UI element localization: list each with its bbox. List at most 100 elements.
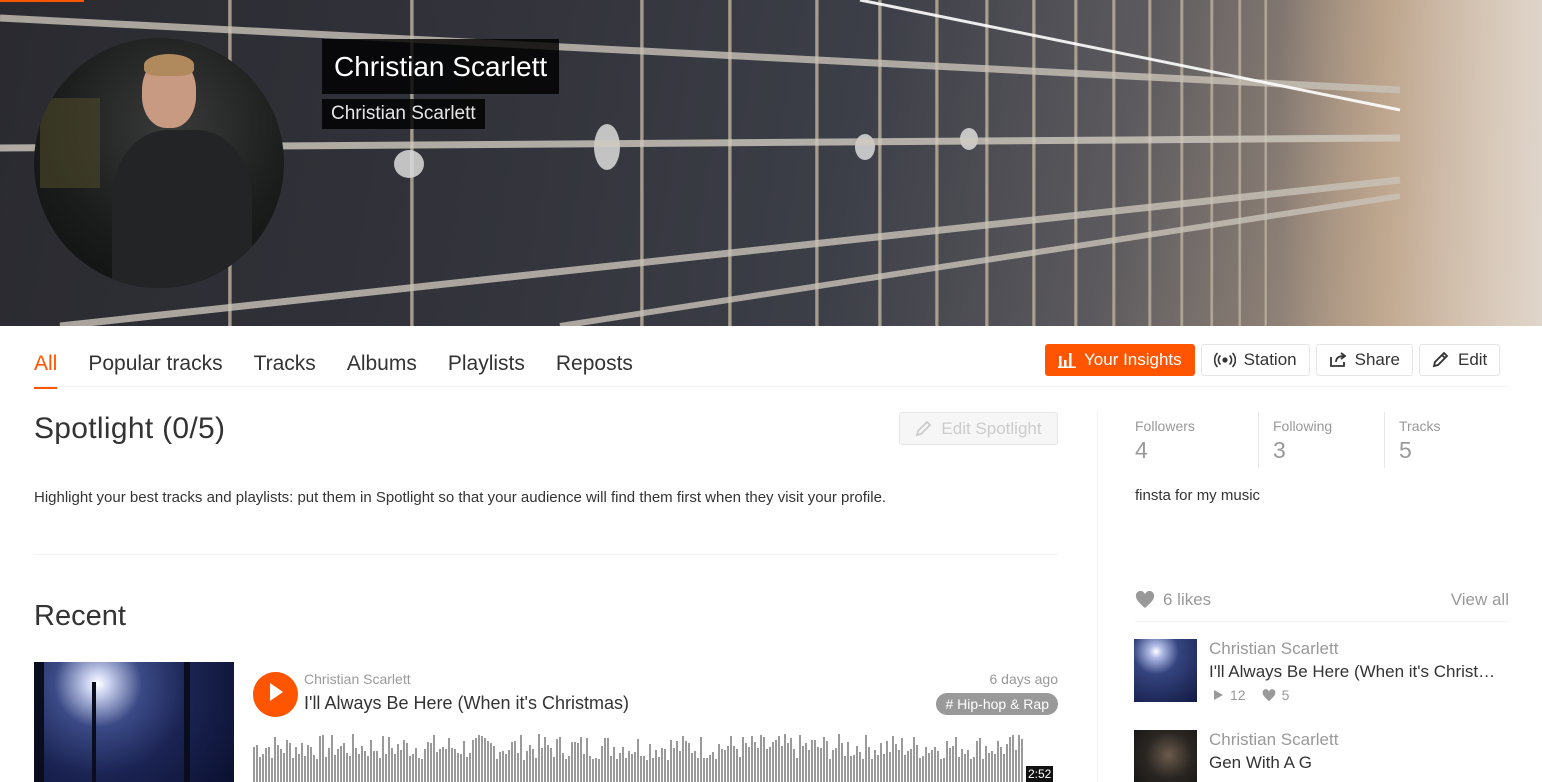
waveform-bar bbox=[958, 757, 960, 782]
waveform-bar bbox=[664, 749, 666, 782]
tab-reposts[interactable]: Reposts bbox=[556, 342, 633, 388]
tab-playlists[interactable]: Playlists bbox=[448, 342, 525, 388]
waveform-bar bbox=[931, 750, 933, 782]
genre-tag[interactable]: # Hip-hop & Rap bbox=[936, 693, 1058, 715]
waveform-bar bbox=[295, 747, 297, 782]
waveform-bar bbox=[925, 747, 927, 782]
edit-profile-button[interactable]: Edit bbox=[1418, 344, 1501, 376]
waveform-bar bbox=[790, 738, 792, 782]
waveform-bar bbox=[889, 752, 891, 782]
stat-followers-value: 4 bbox=[1135, 437, 1148, 463]
tab-tracks[interactable]: Tracks bbox=[254, 342, 316, 388]
stat-following[interactable]: Following 3 bbox=[1259, 412, 1384, 468]
tab-albums[interactable]: Albums bbox=[347, 342, 417, 388]
waveform-bar bbox=[358, 754, 360, 782]
share-button[interactable]: Share bbox=[1315, 344, 1413, 376]
profile-tabs: All Popular tracks Tracks Albums Playlis… bbox=[34, 342, 664, 389]
waveform-bar bbox=[892, 736, 894, 782]
stat-tracks[interactable]: Tracks 5 bbox=[1385, 412, 1495, 468]
waveform-bar bbox=[424, 749, 426, 782]
profile-avatar[interactable] bbox=[34, 38, 284, 288]
waveform-bar bbox=[505, 754, 507, 782]
waveform-bar bbox=[412, 754, 414, 782]
stat-followers[interactable]: Followers 4 bbox=[1135, 412, 1258, 468]
waveform-bar bbox=[454, 749, 456, 782]
edit-spotlight-button[interactable]: Edit Spotlight bbox=[899, 412, 1058, 445]
track-waveform[interactable] bbox=[253, 732, 1058, 782]
waveform-bar bbox=[871, 759, 873, 782]
waveform-bar bbox=[733, 746, 735, 782]
view-all-likes-link[interactable]: View all bbox=[1451, 590, 1509, 610]
waveform-bar bbox=[811, 740, 813, 782]
waveform-bar bbox=[307, 745, 309, 782]
waveform-bar bbox=[709, 755, 711, 782]
waveform-bar bbox=[862, 759, 864, 782]
waveform-bar bbox=[499, 752, 501, 782]
waveform-bar bbox=[991, 751, 993, 782]
waveform-bar bbox=[865, 735, 867, 782]
waveform-bar bbox=[283, 753, 285, 782]
liked-track-title[interactable]: Gen With A G bbox=[1209, 753, 1509, 773]
waveform-bar bbox=[580, 737, 582, 782]
waveform-bar bbox=[787, 743, 789, 782]
waveform-bar bbox=[613, 747, 615, 782]
waveform-bar bbox=[658, 757, 660, 782]
liked-track-uploader[interactable]: Christian Scarlett bbox=[1209, 730, 1338, 750]
track-title[interactable]: I'll Always Be Here (When it's Christmas… bbox=[304, 693, 629, 714]
station-button[interactable]: Station bbox=[1200, 344, 1310, 376]
waveform-bar bbox=[421, 759, 423, 782]
waveform-bar bbox=[739, 757, 741, 782]
waveform-bar bbox=[757, 748, 759, 782]
liked-track-uploader[interactable]: Christian Scarlett bbox=[1209, 639, 1338, 659]
track-artwork[interactable] bbox=[34, 662, 234, 782]
waveform-bar bbox=[292, 758, 294, 782]
waveform-bar bbox=[370, 740, 372, 782]
liked-track-title[interactable]: I'll Always Be Here (When it's Christmas… bbox=[1209, 662, 1509, 682]
waveform-bar bbox=[934, 747, 936, 782]
waveform-bar bbox=[586, 738, 588, 782]
waveform-bar bbox=[394, 754, 396, 782]
waveform-bar bbox=[652, 758, 654, 782]
waveform-bar bbox=[679, 751, 681, 782]
waveform-bar bbox=[883, 754, 885, 782]
waveform-bar bbox=[562, 753, 564, 782]
waveform-bar bbox=[712, 752, 714, 782]
waveform-bar bbox=[634, 752, 636, 782]
waveform-bar bbox=[607, 738, 609, 782]
waveform-bar bbox=[568, 756, 570, 782]
waveform-bar bbox=[553, 757, 555, 782]
likes-count[interactable]: 6 likes bbox=[1135, 590, 1211, 610]
waveform-bar bbox=[595, 758, 597, 782]
waveform-bar bbox=[514, 741, 516, 782]
waveform-bar bbox=[1015, 750, 1017, 782]
liked-track-artwork[interactable] bbox=[1134, 639, 1197, 702]
track-uploader[interactable]: Christian Scarlett bbox=[304, 671, 411, 687]
waveform-bar bbox=[682, 736, 684, 782]
waveform-bar bbox=[988, 753, 990, 782]
your-insights-button[interactable]: Your Insights bbox=[1045, 344, 1195, 376]
waveform-bar bbox=[766, 749, 768, 782]
liked-track-artwork[interactable] bbox=[1134, 730, 1197, 782]
tab-all[interactable]: All bbox=[34, 342, 58, 389]
waveform-bar bbox=[1021, 739, 1023, 782]
waveform-bar bbox=[409, 756, 411, 782]
profile-stats: Followers 4 Following 3 Tracks 5 bbox=[1135, 412, 1495, 468]
waveform-bar bbox=[274, 737, 276, 782]
waveform-bar bbox=[601, 746, 603, 782]
liked-track-item[interactable]: Christian Scarlett Gen With A G bbox=[1134, 730, 1509, 782]
edit-spotlight-label: Edit Spotlight bbox=[941, 418, 1042, 438]
waveform-bar bbox=[922, 756, 924, 782]
play-button[interactable] bbox=[253, 672, 298, 717]
waveform-bar bbox=[781, 746, 783, 782]
liked-track-likes: 5 bbox=[1262, 687, 1289, 703]
waveform-bar bbox=[253, 747, 255, 782]
waveform-bar bbox=[340, 746, 342, 782]
waveform-bar bbox=[622, 747, 624, 782]
waveform-bar bbox=[745, 743, 747, 782]
liked-track-item[interactable]: Christian Scarlett I'll Always Be Here (… bbox=[1134, 639, 1509, 709]
recent-heading: Recent bbox=[34, 600, 126, 632]
tab-popular-tracks[interactable]: Popular tracks bbox=[88, 342, 222, 388]
play-count-icon bbox=[1212, 689, 1224, 701]
waveform-bar bbox=[322, 735, 324, 782]
waveform-bar bbox=[367, 756, 369, 782]
